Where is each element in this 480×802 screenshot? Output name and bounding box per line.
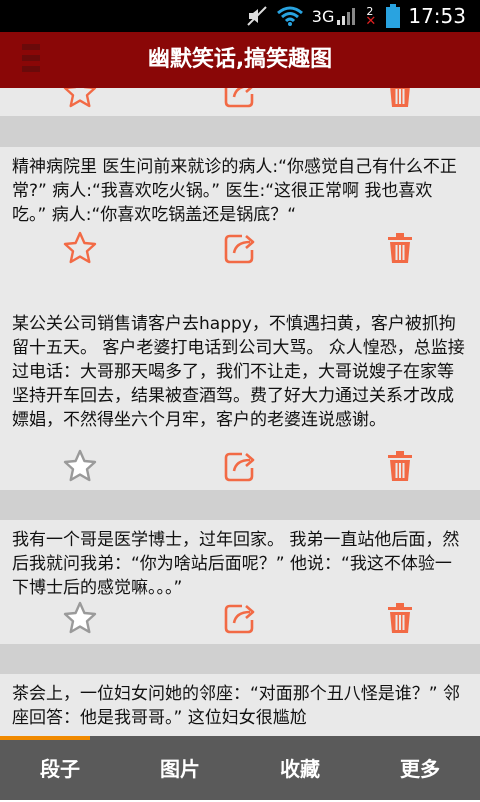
- delete-trash-icon[interactable]: [382, 600, 418, 636]
- favorite-star-icon[interactable]: [62, 600, 98, 636]
- joke-text: 茶会上，一位妇女问她的邻座：“对面那个丑八怪是谁？” 邻座回答：他是我哥哥。” …: [12, 684, 461, 728]
- page-title: 幽默笑话,搞笑趣图: [147, 47, 333, 72]
- clock: 17:53: [408, 4, 466, 28]
- list-item: [0, 88, 480, 116]
- list-item: 某公关公司销售请客户去happy，不慎遇扫黄，客户被抓拘留十五天。 客户老婆打电…: [0, 304, 480, 490]
- tab-images[interactable]: 图片: [120, 736, 240, 800]
- share-icon[interactable]: [222, 600, 258, 636]
- share-icon[interactable]: [222, 448, 258, 484]
- list-item: 茶会上，一位妇女问她的邻座：“对面那个丑八怪是谁？” 邻座回答：他是我哥哥。” …: [0, 674, 480, 736]
- share-icon[interactable]: [222, 230, 258, 266]
- sim-no-signal-icon: 2 ✕: [365, 5, 377, 29]
- delete-trash-icon[interactable]: [382, 448, 418, 484]
- share-icon[interactable]: [222, 88, 258, 110]
- favorite-star-icon[interactable]: [62, 448, 98, 484]
- delete-trash-icon[interactable]: [382, 88, 418, 110]
- joke-text: 精神病院里 医生问前来就诊的病人:“你感觉自己有什么不正常?” 病人:“我喜欢吃…: [12, 157, 457, 225]
- joke-feed[interactable]: 精神病院里 医生问前来就诊的病人:“你感觉自己有什么不正常?” 病人:“我喜欢吃…: [0, 88, 480, 736]
- card-actions: [0, 88, 480, 114]
- favorite-star-icon[interactable]: [62, 88, 98, 110]
- favorite-star-icon[interactable]: [62, 230, 98, 266]
- list-item: 我有一个哥是医学博士，过年回家。 我弟一直站他后面，然后我就问我弟：“你为啥站后…: [0, 520, 480, 644]
- status-bar: 3G 2 ✕ 17:53: [0, 0, 480, 32]
- joke-text: 某公关公司销售请客户去happy，不慎遇扫黄，客户被抓拘留十五天。 客户老婆打电…: [12, 314, 465, 430]
- tab-more[interactable]: 更多: [360, 736, 480, 800]
- wifi-icon: [276, 6, 303, 26]
- tab-favorites[interactable]: 收藏: [240, 736, 360, 800]
- bottom-navigation: 段子 图片 收藏 更多: [0, 736, 480, 800]
- network-type-label: 3G: [311, 6, 335, 26]
- battery-icon: [386, 4, 401, 28]
- app-header: 幽默笑话,搞笑趣图: [0, 32, 480, 88]
- card-actions: [0, 600, 480, 640]
- tab-jokes[interactable]: 段子: [0, 736, 120, 800]
- mute-icon: [247, 6, 267, 26]
- signal-icon: [337, 8, 356, 25]
- card-actions: [0, 230, 480, 270]
- delete-trash-icon[interactable]: [382, 230, 418, 266]
- joke-text: 我有一个哥是医学博士，过年回家。 我弟一直站他后面，然后我就问我弟：“你为啥站后…: [12, 530, 460, 598]
- card-actions: [0, 448, 480, 488]
